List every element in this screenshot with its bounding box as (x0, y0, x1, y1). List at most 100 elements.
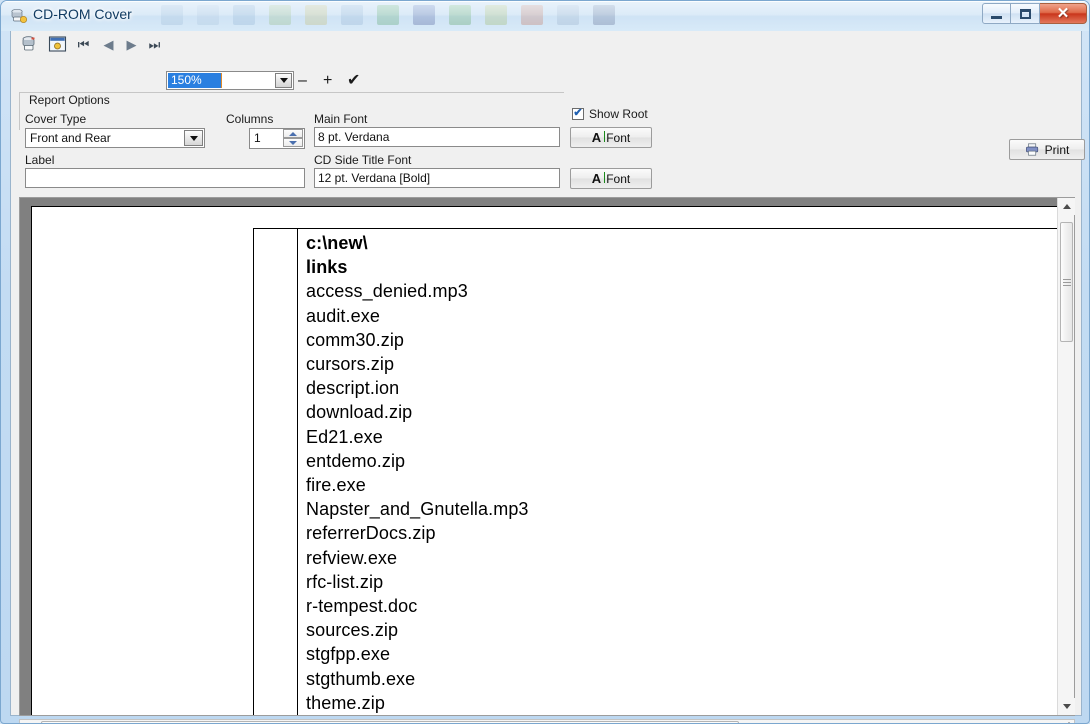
preview-viewport: c:\new\ links access_denied.mp3 audit.exe co… (20, 198, 1057, 715)
application-window: CD-ROM Cover ✕ ⏮ ◀ ▶ ⏭ 150% – + ✔ Report… (0, 0, 1090, 724)
font-icon: A (591, 171, 606, 186)
grip-icon (1062, 278, 1071, 286)
first-page-button[interactable]: ⏮ (73, 34, 94, 54)
page-setup-icon[interactable] (47, 34, 68, 54)
chevron-down-icon (279, 78, 288, 83)
columns-label: Columns (226, 112, 274, 126)
triangle-up-icon (1062, 204, 1071, 209)
file-list-line: refview.exe (306, 547, 398, 568)
file-list-line: entdemo.zip (306, 450, 406, 471)
main-font-button[interactable]: A Font (570, 127, 652, 148)
columns-decrement-button[interactable] (283, 138, 303, 147)
file-list-line: links (306, 257, 348, 278)
apply-button[interactable]: ✔ (347, 71, 360, 90)
file-list-line: descript.ion (306, 378, 400, 399)
preview-page: c:\new\ links access_denied.mp3 audit.exe co… (31, 206, 1057, 715)
ghost-icon (413, 5, 435, 25)
triangle-down-icon (1062, 704, 1071, 709)
ghost-icon (377, 5, 399, 25)
main-font-button-label: Font (606, 130, 631, 145)
scroll-right-button[interactable] (20, 720, 37, 723)
close-button[interactable]: ✕ (1040, 3, 1087, 24)
ghost-icon (485, 5, 507, 25)
cover-type-dropdown-button[interactable] (184, 130, 203, 146)
chevron-down-icon (189, 135, 198, 141)
zoom-out-button[interactable]: – (298, 71, 307, 90)
file-list: c:\new\ links access_denied.mp3 audit.exe co… (306, 231, 1046, 715)
main-font-label: Main Font (314, 112, 368, 126)
columns-increment-button[interactable] (283, 129, 303, 138)
ghost-icon (233, 5, 255, 25)
zoom-dropdown-button[interactable] (275, 73, 292, 88)
zoom-combobox[interactable]: 150% (166, 71, 294, 90)
side-title-font-field[interactable]: 12 pt. Verdana [Bold] (314, 168, 560, 188)
file-list-line: download.zip (306, 402, 413, 423)
file-list-line: cursors.zip (306, 354, 395, 375)
ghost-icon (521, 5, 543, 25)
file-list-line: rfc-list.zip (306, 571, 384, 592)
file-list-line: theme.zip (306, 692, 385, 713)
prev-page-button[interactable]: ◀ (98, 34, 119, 54)
ghost-icon (269, 5, 291, 25)
cover-type-select[interactable]: Front and Rear (25, 128, 205, 148)
vertical-scrollbar-thumb[interactable] (1060, 222, 1073, 342)
triangle-up-icon (289, 131, 297, 136)
file-list-line: r-tempest.doc (306, 596, 418, 617)
file-list-line: Napster_and_Gnutella.mp3 (306, 499, 529, 520)
cd-spine-divider (297, 228, 298, 715)
show-root-label: Show Root (589, 107, 648, 121)
print-preview-pane: c:\new\ links access_denied.mp3 audit.exe co… (19, 197, 1075, 716)
side-title-font-button[interactable]: A Font (570, 168, 652, 189)
scroll-down-button[interactable] (1058, 698, 1075, 715)
font-icon: A (591, 130, 606, 145)
last-page-icon: ⏭ (148, 36, 161, 52)
columns-value[interactable]: 1 (254, 130, 261, 147)
print-setup-icon[interactable] (20, 34, 41, 54)
minimize-button[interactable] (982, 3, 1011, 24)
maximize-button[interactable] (1011, 3, 1040, 24)
triangle-down-icon (289, 140, 297, 145)
columns-stepper-buttons (283, 129, 303, 148)
first-page-icon: ⏮ (77, 36, 90, 52)
label-label: Label (25, 153, 55, 167)
file-list-line: audit.exe (306, 305, 380, 326)
maximize-icon (1019, 8, 1031, 19)
label-input[interactable] (25, 168, 305, 188)
printer-icon (1025, 143, 1038, 156)
file-list-line: c:\new\ (306, 233, 368, 253)
check-icon: ✔ (573, 106, 583, 119)
file-list-line: comm30.zip (306, 329, 405, 350)
ghost-toolbar-icons (161, 5, 615, 29)
ghost-icon (593, 5, 615, 25)
printer-cd-icon (11, 8, 28, 24)
window-controls: ✕ (982, 3, 1087, 25)
columns-stepper[interactable]: 1 (249, 128, 305, 149)
cover-type-value: Front and Rear (30, 131, 111, 145)
horizontal-scrollbar[interactable] (19, 719, 1075, 723)
show-root-checkbox[interactable]: ✔ Show Root (572, 107, 648, 121)
file-list-line: fire.exe (306, 475, 366, 496)
close-icon: ✕ (1056, 5, 1070, 22)
window-title: CD-ROM Cover (33, 6, 132, 22)
titlebar-highlight (1, 1, 1089, 2)
ghost-icon (161, 5, 183, 25)
ghost-icon (449, 5, 471, 25)
minimize-icon (991, 15, 1002, 19)
zoom-value[interactable]: 150% (168, 73, 222, 88)
file-list-line: referrerDocs.zip (306, 523, 436, 544)
vertical-scrollbar[interactable] (1057, 198, 1075, 715)
cover-type-label: Cover Type (25, 112, 87, 126)
scroll-up-button[interactable] (1058, 198, 1075, 215)
file-list-line: stgthumb.exe (306, 668, 416, 689)
next-page-button[interactable]: ▶ (121, 34, 142, 54)
title-bar: CD-ROM Cover ✕ (1, 1, 1089, 31)
ghost-icon (197, 5, 219, 25)
last-page-button[interactable]: ⏭ (144, 34, 165, 54)
print-button[interactable]: Print (1009, 139, 1085, 160)
file-list-line: sources.zip (306, 620, 399, 641)
main-font-field[interactable]: 8 pt. Verdana (314, 127, 560, 147)
prev-page-icon: ◀ (103, 36, 114, 52)
ghost-icon (341, 5, 363, 25)
zoom-in-button[interactable]: + (323, 71, 332, 90)
client-area: ⏮ ◀ ▶ ⏭ 150% – + ✔ Report Options Cover … (10, 31, 1085, 723)
